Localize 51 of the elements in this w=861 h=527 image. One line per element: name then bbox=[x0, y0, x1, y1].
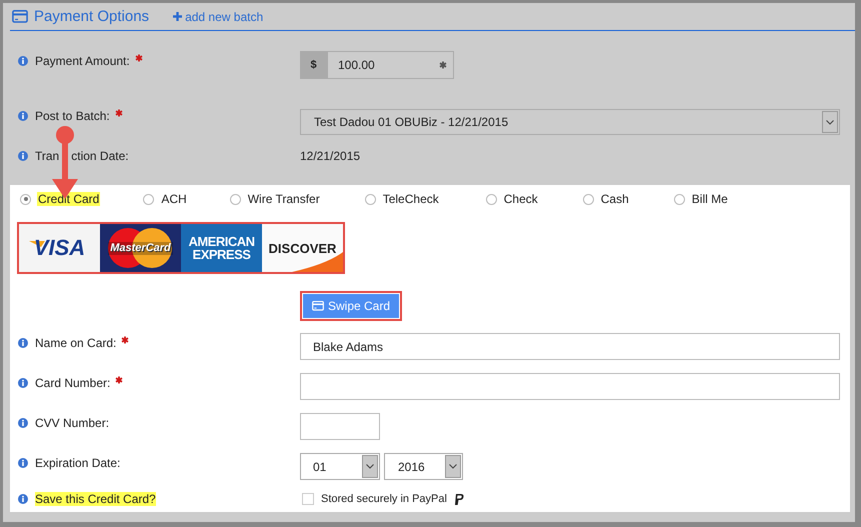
field-label: Save this Credit Card? bbox=[35, 492, 156, 506]
field-label: Name on Card: bbox=[35, 336, 116, 350]
payment-method-radio[interactable]: Check bbox=[486, 192, 539, 206]
payment-method-radio[interactable]: Bill Me bbox=[674, 192, 729, 206]
info-icon bbox=[18, 418, 28, 428]
caret-icon bbox=[366, 464, 374, 469]
plus-icon bbox=[173, 12, 182, 21]
payment-method-radio[interactable]: TeleCheck bbox=[364, 192, 440, 206]
info-icon bbox=[18, 378, 28, 388]
currency-addon: $ bbox=[300, 51, 327, 79]
section-title: Payment Options bbox=[34, 8, 150, 25]
info-icon bbox=[18, 151, 28, 161]
amount-field[interactable]: 100.00 bbox=[327, 51, 454, 79]
month-select[interactable]: 01 bbox=[300, 453, 380, 480]
info-icon bbox=[18, 338, 28, 348]
transaction-date: 12/21/2015 bbox=[300, 149, 362, 163]
card-logo: VISA bbox=[19, 224, 100, 272]
info-icon bbox=[18, 494, 28, 504]
info-icon bbox=[18, 458, 28, 468]
field-label: Post to Batch: bbox=[35, 109, 110, 123]
asterisk-icon bbox=[439, 61, 447, 69]
credit-card-icon bbox=[312, 301, 324, 311]
required-icon bbox=[134, 54, 143, 62]
required-icon bbox=[114, 109, 123, 117]
field-label: Payment Amount: bbox=[35, 54, 130, 68]
info-icon bbox=[18, 111, 28, 121]
field-label: Card Number: bbox=[35, 376, 110, 390]
batch-select[interactable]: Test Dadou 01 OBUBiz - 12/21/2015 bbox=[300, 109, 840, 135]
field-label: CVV Number: bbox=[35, 416, 110, 430]
card-logo: MasterCard bbox=[100, 224, 181, 272]
payment-method-radio[interactable]: Cash bbox=[582, 192, 630, 206]
info-icon bbox=[18, 56, 28, 66]
card-logo: DISCOVER bbox=[262, 224, 343, 272]
required-icon bbox=[121, 336, 130, 344]
checkbox-label: Stored securely in PayPal bbox=[321, 493, 447, 505]
text-field[interactable] bbox=[300, 413, 380, 440]
card-logo: AMERICAN EXPRESS bbox=[181, 224, 262, 272]
checkbox[interactable] bbox=[302, 493, 314, 505]
credit-card-icon bbox=[12, 10, 28, 23]
year-select[interactable]: 2016 bbox=[384, 453, 463, 480]
caret-icon bbox=[826, 120, 834, 124]
payment-method-radio[interactable]: Wire Transfer bbox=[230, 192, 321, 206]
payment-method-radio[interactable]: ACH bbox=[143, 192, 188, 206]
field-label: Tran bbox=[35, 149, 60, 163]
paypal-icon bbox=[454, 494, 464, 504]
field-label: Expiration Date: bbox=[35, 456, 120, 470]
required-icon bbox=[115, 376, 124, 384]
field-label: ction Date: bbox=[71, 149, 129, 163]
text-field[interactable]: Blake Adams bbox=[300, 333, 840, 360]
text-field[interactable] bbox=[300, 373, 840, 400]
caret-icon bbox=[449, 464, 457, 469]
